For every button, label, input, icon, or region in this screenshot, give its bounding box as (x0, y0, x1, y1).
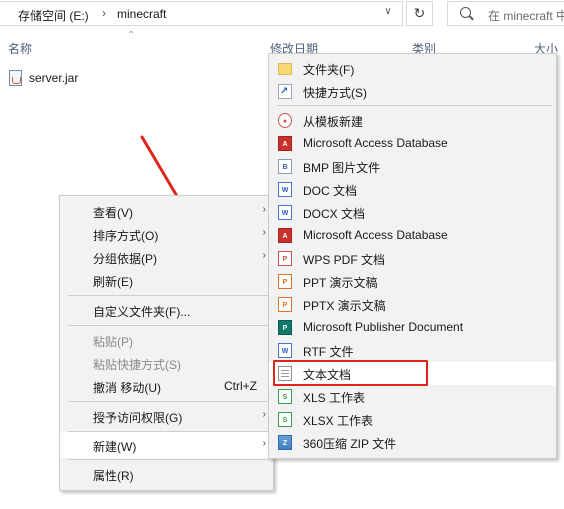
chevron-right-icon: › (262, 227, 266, 238)
menu-item-group-by[interactable]: 分组依据(P) › (60, 246, 273, 269)
menu-item-paste-shortcut: 粘贴快捷方式(S) (60, 352, 273, 375)
new-ppt-item[interactable]: P PPT 演示文稿 (269, 270, 556, 293)
rtf-icon: W (278, 343, 292, 358)
new-zip-item[interactable]: Z 360压缩 ZIP 文件 (269, 431, 556, 454)
menu-item-undo-move[interactable]: 撤消 移动(U) Ctrl+Z (60, 375, 273, 398)
new-from-template-item[interactable]: ● 从模板新建 (269, 109, 556, 132)
shortcut-icon (278, 84, 292, 99)
menu-item-paste: 粘贴(P) (60, 329, 273, 352)
menu-item-label: 查看(V) (93, 206, 133, 220)
menu-item-label: 粘贴(P) (93, 335, 133, 349)
menu-item-label: DOC 文档 (303, 184, 358, 198)
new-access-database-item[interactable]: A Microsoft Access Database (269, 132, 556, 155)
menu-item-label: PPT 演示文稿 (303, 276, 378, 290)
menu-item-label: XLS 工作表 (303, 391, 366, 405)
xls-icon: S (278, 389, 292, 404)
new-xlsx-item[interactable]: S XLSX 工作表 (269, 408, 556, 431)
chevron-right-icon: › (262, 204, 266, 215)
menu-item-label: 自定义文件夹(F)... (93, 305, 191, 319)
new-rtf-item[interactable]: W RTF 文件 (269, 339, 556, 362)
new-access-database-item-2[interactable]: A Microsoft Access Database (269, 224, 556, 247)
new-folder-item[interactable]: 文件夹(F) (269, 57, 556, 80)
menu-item-label: Microsoft Access Database (303, 136, 448, 150)
menu-item-shortcut: Ctrl+Z (224, 379, 257, 393)
menu-item-label: RTF 文件 (303, 345, 354, 359)
chevron-right-icon: › (262, 409, 266, 420)
menu-item-label: 排序方式(O) (93, 229, 159, 243)
menu-item-label: 属性(R) (93, 469, 134, 483)
menu-item-new[interactable]: 新建(W) › (60, 432, 273, 458)
new-doc-item[interactable]: W DOC 文档 (269, 178, 556, 201)
zip-icon: Z (278, 435, 292, 450)
new-publisher-item[interactable]: P Microsoft Publisher Document (269, 316, 556, 339)
access-icon: A (278, 136, 292, 151)
menu-item-label: Microsoft Publisher Document (303, 320, 464, 334)
template-icon: ● (278, 113, 292, 128)
menu-item-label: 新建(W) (93, 440, 137, 454)
new-bmp-item[interactable]: B BMP 图片文件 (269, 155, 556, 178)
menu-item-label: 撤消 移动(U) (93, 381, 161, 395)
menu-separator (277, 105, 552, 106)
menu-item-label: WPS PDF 文档 (303, 253, 386, 267)
menu-item-label: PPTX 演示文稿 (303, 299, 386, 313)
access-icon: A (278, 228, 292, 243)
menu-item-label: DOCX 文档 (303, 207, 366, 221)
menu-item-label: BMP 图片文件 (303, 161, 381, 175)
menu-item-give-access[interactable]: 授予访问权限(G) › (60, 405, 273, 428)
pdf-icon: P (278, 251, 292, 266)
menu-item-label: 粘贴快捷方式(S) (93, 358, 181, 372)
ppt-icon: P (278, 274, 292, 289)
new-xls-item[interactable]: S XLS 工作表 (269, 385, 556, 408)
menu-separator (68, 459, 269, 460)
menu-item-label: 分组依据(P) (93, 252, 157, 266)
bmp-icon: B (278, 159, 292, 174)
menu-item-label: Microsoft Access Database (303, 228, 448, 242)
menu-item-sort-by[interactable]: 排序方式(O) › (60, 223, 273, 246)
menu-item-refresh[interactable]: 刷新(E) (60, 269, 273, 292)
publisher-icon: P (278, 320, 292, 335)
context-menu: 查看(V) › 排序方式(O) › 分组依据(P) › 刷新(E) 自定义文件夹… (59, 195, 274, 491)
menu-item-label: 快捷方式(S) (303, 86, 367, 100)
menu-item-properties[interactable]: 属性(R) (60, 463, 273, 486)
docx-icon: W (278, 205, 292, 220)
menu-item-label: 从模板新建 (303, 115, 364, 129)
menu-item-label: 授予访问权限(G) (93, 411, 183, 425)
xlsx-icon: S (278, 412, 292, 427)
annotation-highlight-box (273, 360, 428, 386)
chevron-right-icon: › (262, 438, 266, 449)
new-shortcut-item[interactable]: 快捷方式(S) (269, 80, 556, 103)
menu-item-label: 360压缩 ZIP 文件 (303, 437, 397, 451)
menu-separator (68, 325, 269, 326)
menu-separator (68, 401, 269, 402)
menu-item-view[interactable]: 查看(V) › (60, 200, 273, 223)
new-submenu: 文件夹(F) 快捷方式(S) ● 从模板新建 A Microsoft Acces… (268, 53, 557, 459)
menu-item-label: XLSX 工作表 (303, 414, 374, 428)
new-pdf-item[interactable]: P WPS PDF 文档 (269, 247, 556, 270)
new-pptx-item[interactable]: P PPTX 演示文稿 (269, 293, 556, 316)
chevron-right-icon: › (262, 250, 266, 261)
new-docx-item[interactable]: W DOCX 文档 (269, 201, 556, 224)
menu-separator (68, 295, 269, 296)
folder-icon (278, 63, 292, 75)
pptx-icon: P (278, 297, 292, 312)
doc-icon: W (278, 182, 292, 197)
menu-item-customize-folder[interactable]: 自定义文件夹(F)... (60, 299, 273, 322)
menu-item-label: 文件夹(F) (303, 63, 355, 77)
menu-item-label: 刷新(E) (93, 275, 133, 289)
